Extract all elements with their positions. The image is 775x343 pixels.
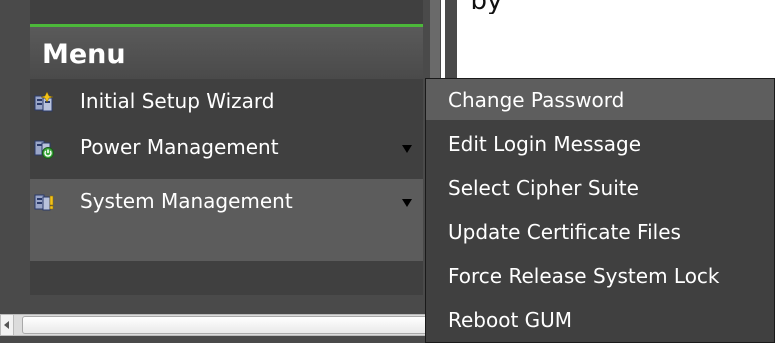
system-management-icon bbox=[33, 191, 55, 213]
frame-divider[interactable] bbox=[430, 0, 440, 80]
submenu-item-label: Select Cipher Suite bbox=[448, 176, 639, 200]
horizontal-scrollbar[interactable] bbox=[0, 308, 457, 343]
submenu-item-label: Force Release System Lock bbox=[448, 264, 720, 288]
submenu-item-select-cipher-suite[interactable]: Select Cipher Suite bbox=[426, 167, 774, 208]
chevron-down-icon bbox=[402, 145, 412, 153]
scroll-left-arrow-icon[interactable] bbox=[0, 314, 14, 336]
menu-item-label: Power Management bbox=[80, 135, 279, 159]
setup-wizard-icon bbox=[33, 91, 55, 113]
submenu-item-label: Reboot GUM bbox=[448, 308, 573, 332]
scroll-thumb[interactable] bbox=[22, 316, 452, 334]
submenu-item-label: Edit Login Message bbox=[448, 132, 642, 156]
menu-header: Menu bbox=[30, 27, 423, 79]
submenu-item-update-certificate-files[interactable]: Update Certificate Files bbox=[426, 211, 774, 252]
menu-empty-row bbox=[30, 225, 423, 261]
menu-item-system-management[interactable]: System Management bbox=[30, 179, 423, 225]
power-management-icon bbox=[33, 137, 55, 159]
chevron-down-icon bbox=[402, 199, 412, 207]
menu-item-label: Initial Setup Wizard bbox=[80, 89, 275, 113]
submenu-item-reboot-gum[interactable]: Reboot GUM bbox=[426, 299, 774, 340]
menu-item-initial-setup-wizard[interactable]: Initial Setup Wizard bbox=[30, 79, 423, 125]
frame-divider-edge bbox=[441, 0, 445, 80]
submenu-item-edit-login-message[interactable]: Edit Login Message bbox=[426, 123, 774, 164]
submenu-item-label: Update Certificate Files bbox=[448, 220, 681, 244]
system-management-submenu: Change Password Edit Login Message Selec… bbox=[425, 78, 775, 343]
menu-item-power-management[interactable]: Power Management bbox=[30, 125, 423, 171]
submenu-item-change-password[interactable]: Change Password bbox=[426, 79, 774, 120]
menu-title: Menu bbox=[42, 39, 126, 70]
submenu-item-label: Change Password bbox=[448, 88, 625, 112]
menu-item-label: System Management bbox=[80, 189, 293, 213]
submenu-item-force-release-system-lock[interactable]: Force Release System Lock bbox=[426, 255, 774, 296]
